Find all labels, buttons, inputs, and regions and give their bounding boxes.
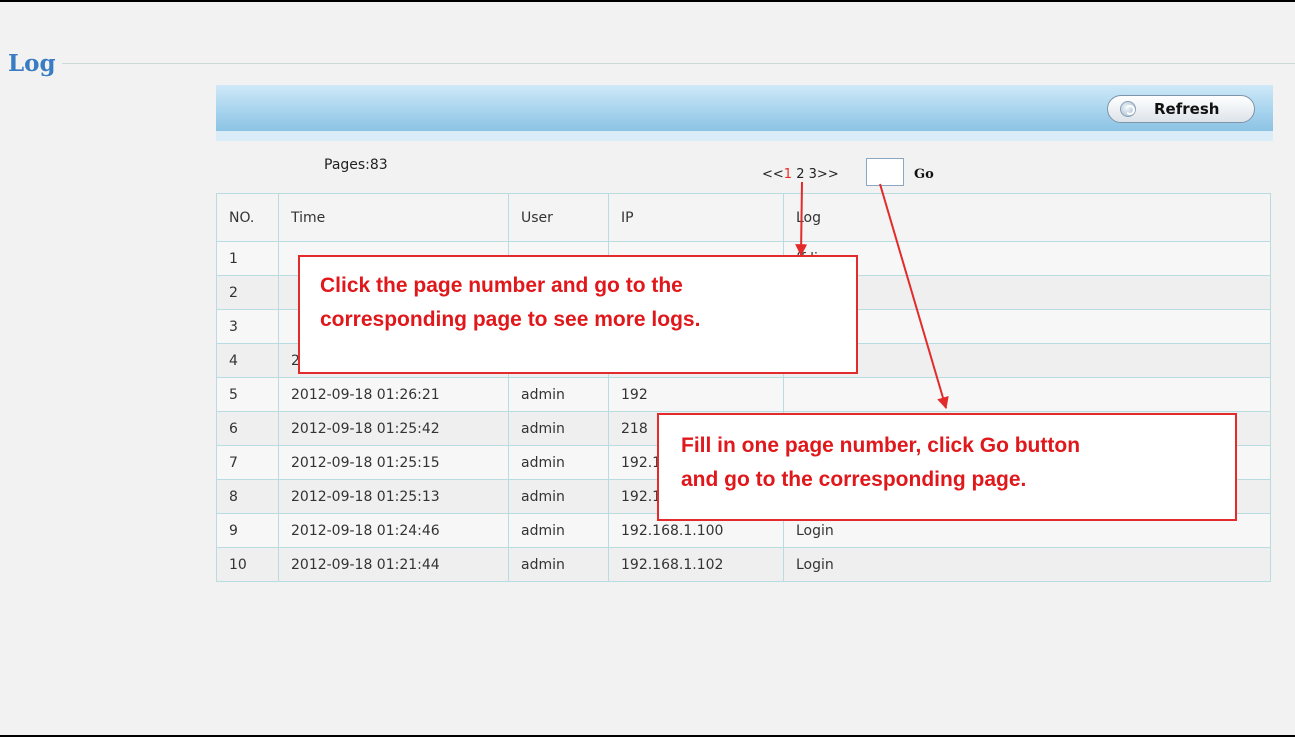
page-title: Log <box>8 50 56 77</box>
cell-user: admin <box>508 411 609 446</box>
page-number-input[interactable] <box>866 158 904 186</box>
cell-time: 2012-09-18 01:25:15 <box>278 445 509 480</box>
column-header-time: Time <box>278 193 509 242</box>
pagination: <<1 2 3>> <box>762 167 839 182</box>
table-row: 10 2012-09-18 01:21:44 admin 192.168.1.102 L… <box>216 547 1271 582</box>
refresh-button-label: Refresh <box>1154 100 1220 118</box>
cell-no: 8 <box>216 479 279 514</box>
cell-log <box>783 377 1271 412</box>
callout-line: and go to the corresponding page. <box>681 468 1027 491</box>
page-number-callout: Click the page number and go to the corr… <box>298 255 858 374</box>
cell-user: admin <box>508 513 609 548</box>
cell-no: 2 <box>216 275 279 310</box>
table-header-row: NO. Time User IP Log <box>216 193 1271 242</box>
column-header-log: Log <box>783 193 1271 242</box>
cell-ip: 192 <box>608 377 784 412</box>
log-table: NO. Time User IP Log 1ff line23t42012-09… <box>216 193 1271 582</box>
toolbar-divider <box>216 131 1273 141</box>
cell-no: 6 <box>216 411 279 446</box>
callout-line: corresponding page to see more logs. <box>320 308 701 331</box>
cell-time: 2012-09-18 01:21:44 <box>278 547 509 582</box>
cell-time: 2012-09-18 01:24:46 <box>278 513 509 548</box>
next-page-link[interactable]: >> <box>817 167 839 182</box>
table-row: 5 2012-09-18 01:26:21 admin 192 <box>216 377 1271 412</box>
cell-user: admin <box>508 377 609 412</box>
cell-no: 9 <box>216 513 279 548</box>
column-header-user: User <box>508 193 609 242</box>
column-header-no: NO. <box>216 193 279 242</box>
cell-time: 2012-09-18 01:25:13 <box>278 479 509 514</box>
refresh-icon <box>1120 101 1136 117</box>
cell-no: 3 <box>216 309 279 344</box>
cell-user: admin <box>508 445 609 480</box>
cell-no: 7 <box>216 445 279 480</box>
callout-line: Fill in one page number, click Go button <box>681 434 1081 457</box>
prev-page-link[interactable]: << <box>762 167 784 182</box>
pages-count: Pages:83 <box>324 157 388 173</box>
cell-no: 4 <box>216 343 279 378</box>
cell-user: admin <box>508 479 609 514</box>
cell-no: 1 <box>216 241 279 276</box>
cell-no: 10 <box>216 547 279 582</box>
go-button-callout: Fill in one page number, click Go button… <box>657 413 1237 521</box>
title-divider <box>62 63 1295 64</box>
refresh-button[interactable]: Refresh <box>1107 95 1255 123</box>
page-link-2[interactable]: 2 <box>796 167 804 182</box>
cell-time: 2012-09-18 01:26:21 <box>278 377 509 412</box>
top-border <box>0 0 1295 2</box>
cell-log: Login <box>783 547 1271 582</box>
page-link-1[interactable]: 1 <box>784 167 792 182</box>
cell-no: 5 <box>216 377 279 412</box>
page-link-3[interactable]: 3 <box>809 167 817 182</box>
cell-user: admin <box>508 547 609 582</box>
cell-time: 2012-09-18 01:25:42 <box>278 411 509 446</box>
go-button[interactable]: Go <box>914 167 934 182</box>
cell-ip: 192.168.1.102 <box>608 547 784 582</box>
column-header-ip: IP <box>608 193 784 242</box>
callout-line: Click the page number and go to the <box>320 274 683 297</box>
